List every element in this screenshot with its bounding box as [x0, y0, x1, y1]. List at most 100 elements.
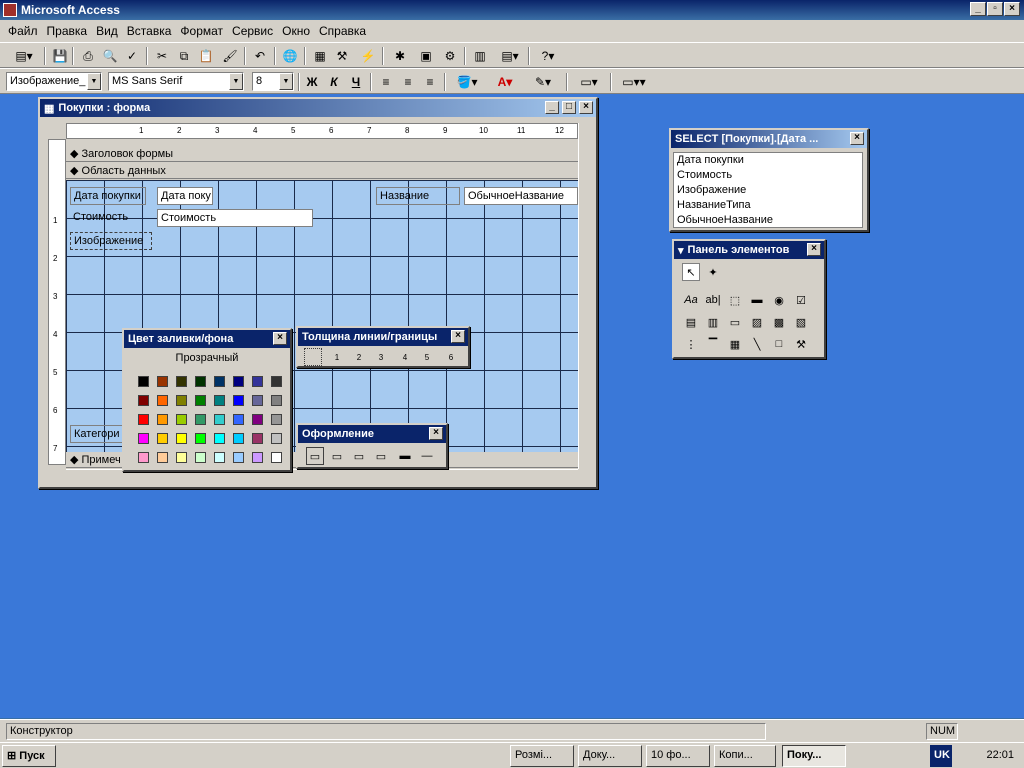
color-swatch[interactable]	[271, 395, 282, 406]
bold-button[interactable]: Ж	[302, 72, 322, 92]
label-date[interactable]: Дата покупки	[70, 187, 146, 205]
color-swatch[interactable]	[233, 433, 244, 444]
fill-color-icon[interactable]: 🪣▾	[450, 72, 484, 92]
builder-icon[interactable]: ⚙	[440, 46, 460, 66]
color-swatch[interactable]	[214, 414, 225, 425]
fill-palette-close-button[interactable]: ×	[273, 332, 287, 345]
color-swatch[interactable]	[271, 452, 282, 463]
preview-icon[interactable]: 🔍	[100, 46, 120, 66]
menu-insert[interactable]: Вставка	[127, 24, 172, 38]
copy-icon[interactable]: ⧉	[174, 46, 194, 66]
color-swatch[interactable]	[252, 395, 263, 406]
color-swatch[interactable]	[138, 395, 149, 406]
undo-icon[interactable]: ↶	[250, 46, 270, 66]
align-right-icon[interactable]: ≡	[420, 72, 440, 92]
color-swatch[interactable]	[138, 433, 149, 444]
sunken-effect-icon[interactable]: ▭	[350, 447, 368, 465]
menu-file[interactable]: Файл	[8, 24, 38, 38]
combo-box-icon[interactable]: ▤	[682, 313, 700, 331]
form-close-button[interactable]: ×	[579, 101, 593, 114]
color-swatch[interactable]	[138, 452, 149, 463]
view-icon[interactable]: ▤▾	[8, 46, 40, 66]
object-select[interactable]: Изображение_ ▼	[6, 72, 102, 91]
raised-effect-icon[interactable]: ▭	[328, 447, 346, 465]
line-width-option[interactable]: 3	[372, 348, 390, 366]
color-swatch[interactable]	[252, 414, 263, 425]
spelling-icon[interactable]: ✓	[122, 46, 142, 66]
color-swatch[interactable]	[214, 376, 225, 387]
language-indicator[interactable]: UK	[930, 745, 952, 767]
form-maximize-button[interactable]: □	[562, 101, 576, 114]
color-swatch[interactable]	[176, 395, 187, 406]
line-width-option[interactable]: 1	[328, 348, 346, 366]
hairline-option[interactable]	[304, 348, 322, 366]
toggle-button-icon[interactable]: ▬	[748, 291, 766, 309]
color-swatch[interactable]	[176, 433, 187, 444]
toolbox-icon[interactable]: ⚒	[332, 46, 352, 66]
color-swatch[interactable]	[271, 414, 282, 425]
hyperlink-icon[interactable]: 🌐	[280, 46, 300, 66]
bound-frame-icon[interactable]: ▧	[792, 313, 810, 331]
vertical-scrollbar[interactable]	[578, 123, 592, 469]
toolbox-close-button[interactable]: ×	[807, 243, 821, 256]
menu-view[interactable]: Вид	[96, 24, 118, 38]
help-icon[interactable]: ?▾	[534, 46, 562, 66]
option-group-icon[interactable]: ⬚	[726, 291, 744, 309]
line-tool-icon[interactable]: ╲	[748, 335, 766, 353]
form-header-band[interactable]: ◆ Заголовок формы	[66, 146, 578, 162]
chiseled-effect-icon[interactable]: —	[418, 447, 436, 465]
color-swatch[interactable]	[138, 414, 149, 425]
field-list-close-button[interactable]: ×	[850, 132, 864, 145]
color-swatch[interactable]	[176, 414, 187, 425]
label-tool-icon[interactable]: Aa	[682, 291, 700, 309]
special-effect-close-button[interactable]: ×	[429, 427, 443, 440]
line-color-icon[interactable]: ✎▾	[526, 72, 560, 92]
color-swatch[interactable]	[195, 376, 206, 387]
command-button-icon[interactable]: ▭	[726, 313, 744, 331]
special-effect-icon[interactable]: ▭▾▾	[614, 72, 654, 92]
control-wizards-icon[interactable]: ✦	[704, 263, 722, 281]
color-swatch[interactable]	[157, 395, 168, 406]
align-left-icon[interactable]: ≡	[376, 72, 396, 92]
textbox-tool-icon[interactable]: ab|	[704, 291, 722, 309]
label-cost[interactable]: Стоимость	[70, 209, 146, 227]
flat-effect-icon[interactable]: ▭	[306, 447, 324, 465]
maximize-button[interactable]: ▫	[987, 2, 1003, 16]
line-width-option[interactable]: 2	[350, 348, 368, 366]
rectangle-tool-icon[interactable]: □	[770, 335, 788, 353]
unbound-frame-icon[interactable]: ▩	[770, 313, 788, 331]
label-image[interactable]: Изображение	[70, 232, 152, 250]
subform-icon[interactable]: ▦	[726, 335, 744, 353]
field-list-item[interactable]: НазваниеТипа	[677, 198, 862, 213]
field-name[interactable]: ОбычноеНазвание	[464, 187, 578, 205]
field-list-icon[interactable]: ▦	[310, 46, 330, 66]
color-swatch[interactable]	[252, 433, 263, 444]
color-swatch[interactable]	[195, 452, 206, 463]
color-swatch[interactable]	[252, 452, 263, 463]
shadowed-effect-icon[interactable]: ▬	[396, 447, 414, 465]
font-color-icon[interactable]: A▾	[488, 72, 522, 92]
color-swatch[interactable]	[195, 395, 206, 406]
menu-format[interactable]: Формат	[180, 24, 223, 38]
field-cost[interactable]: Стоимость	[157, 209, 313, 227]
color-swatch[interactable]	[271, 433, 282, 444]
menu-tools[interactable]: Сервис	[232, 24, 273, 38]
more-controls-icon[interactable]: ⚒	[792, 335, 810, 353]
properties-icon[interactable]: ▣	[416, 46, 436, 66]
underline-button[interactable]: Ч	[346, 72, 366, 92]
option-button-icon[interactable]: ◉	[770, 291, 788, 309]
format-painter-icon[interactable]: 🖌	[220, 46, 240, 66]
tab-control-icon[interactable]: ▔	[704, 335, 722, 353]
color-swatch[interactable]	[233, 395, 244, 406]
label-category[interactable]: Категори	[70, 425, 130, 443]
form-minimize-button[interactable]: _	[545, 101, 559, 114]
line-width-option[interactable]: 5	[418, 348, 436, 366]
field-list-item[interactable]: Изображение	[677, 183, 862, 198]
color-swatch[interactable]	[271, 376, 282, 387]
color-swatch[interactable]	[157, 452, 168, 463]
color-swatch[interactable]	[195, 414, 206, 425]
minimize-button[interactable]: _	[970, 2, 986, 16]
line-width-option[interactable]: 6	[442, 348, 460, 366]
close-button[interactable]: ×	[1004, 2, 1020, 16]
database-window-icon[interactable]: ▥	[470, 46, 490, 66]
